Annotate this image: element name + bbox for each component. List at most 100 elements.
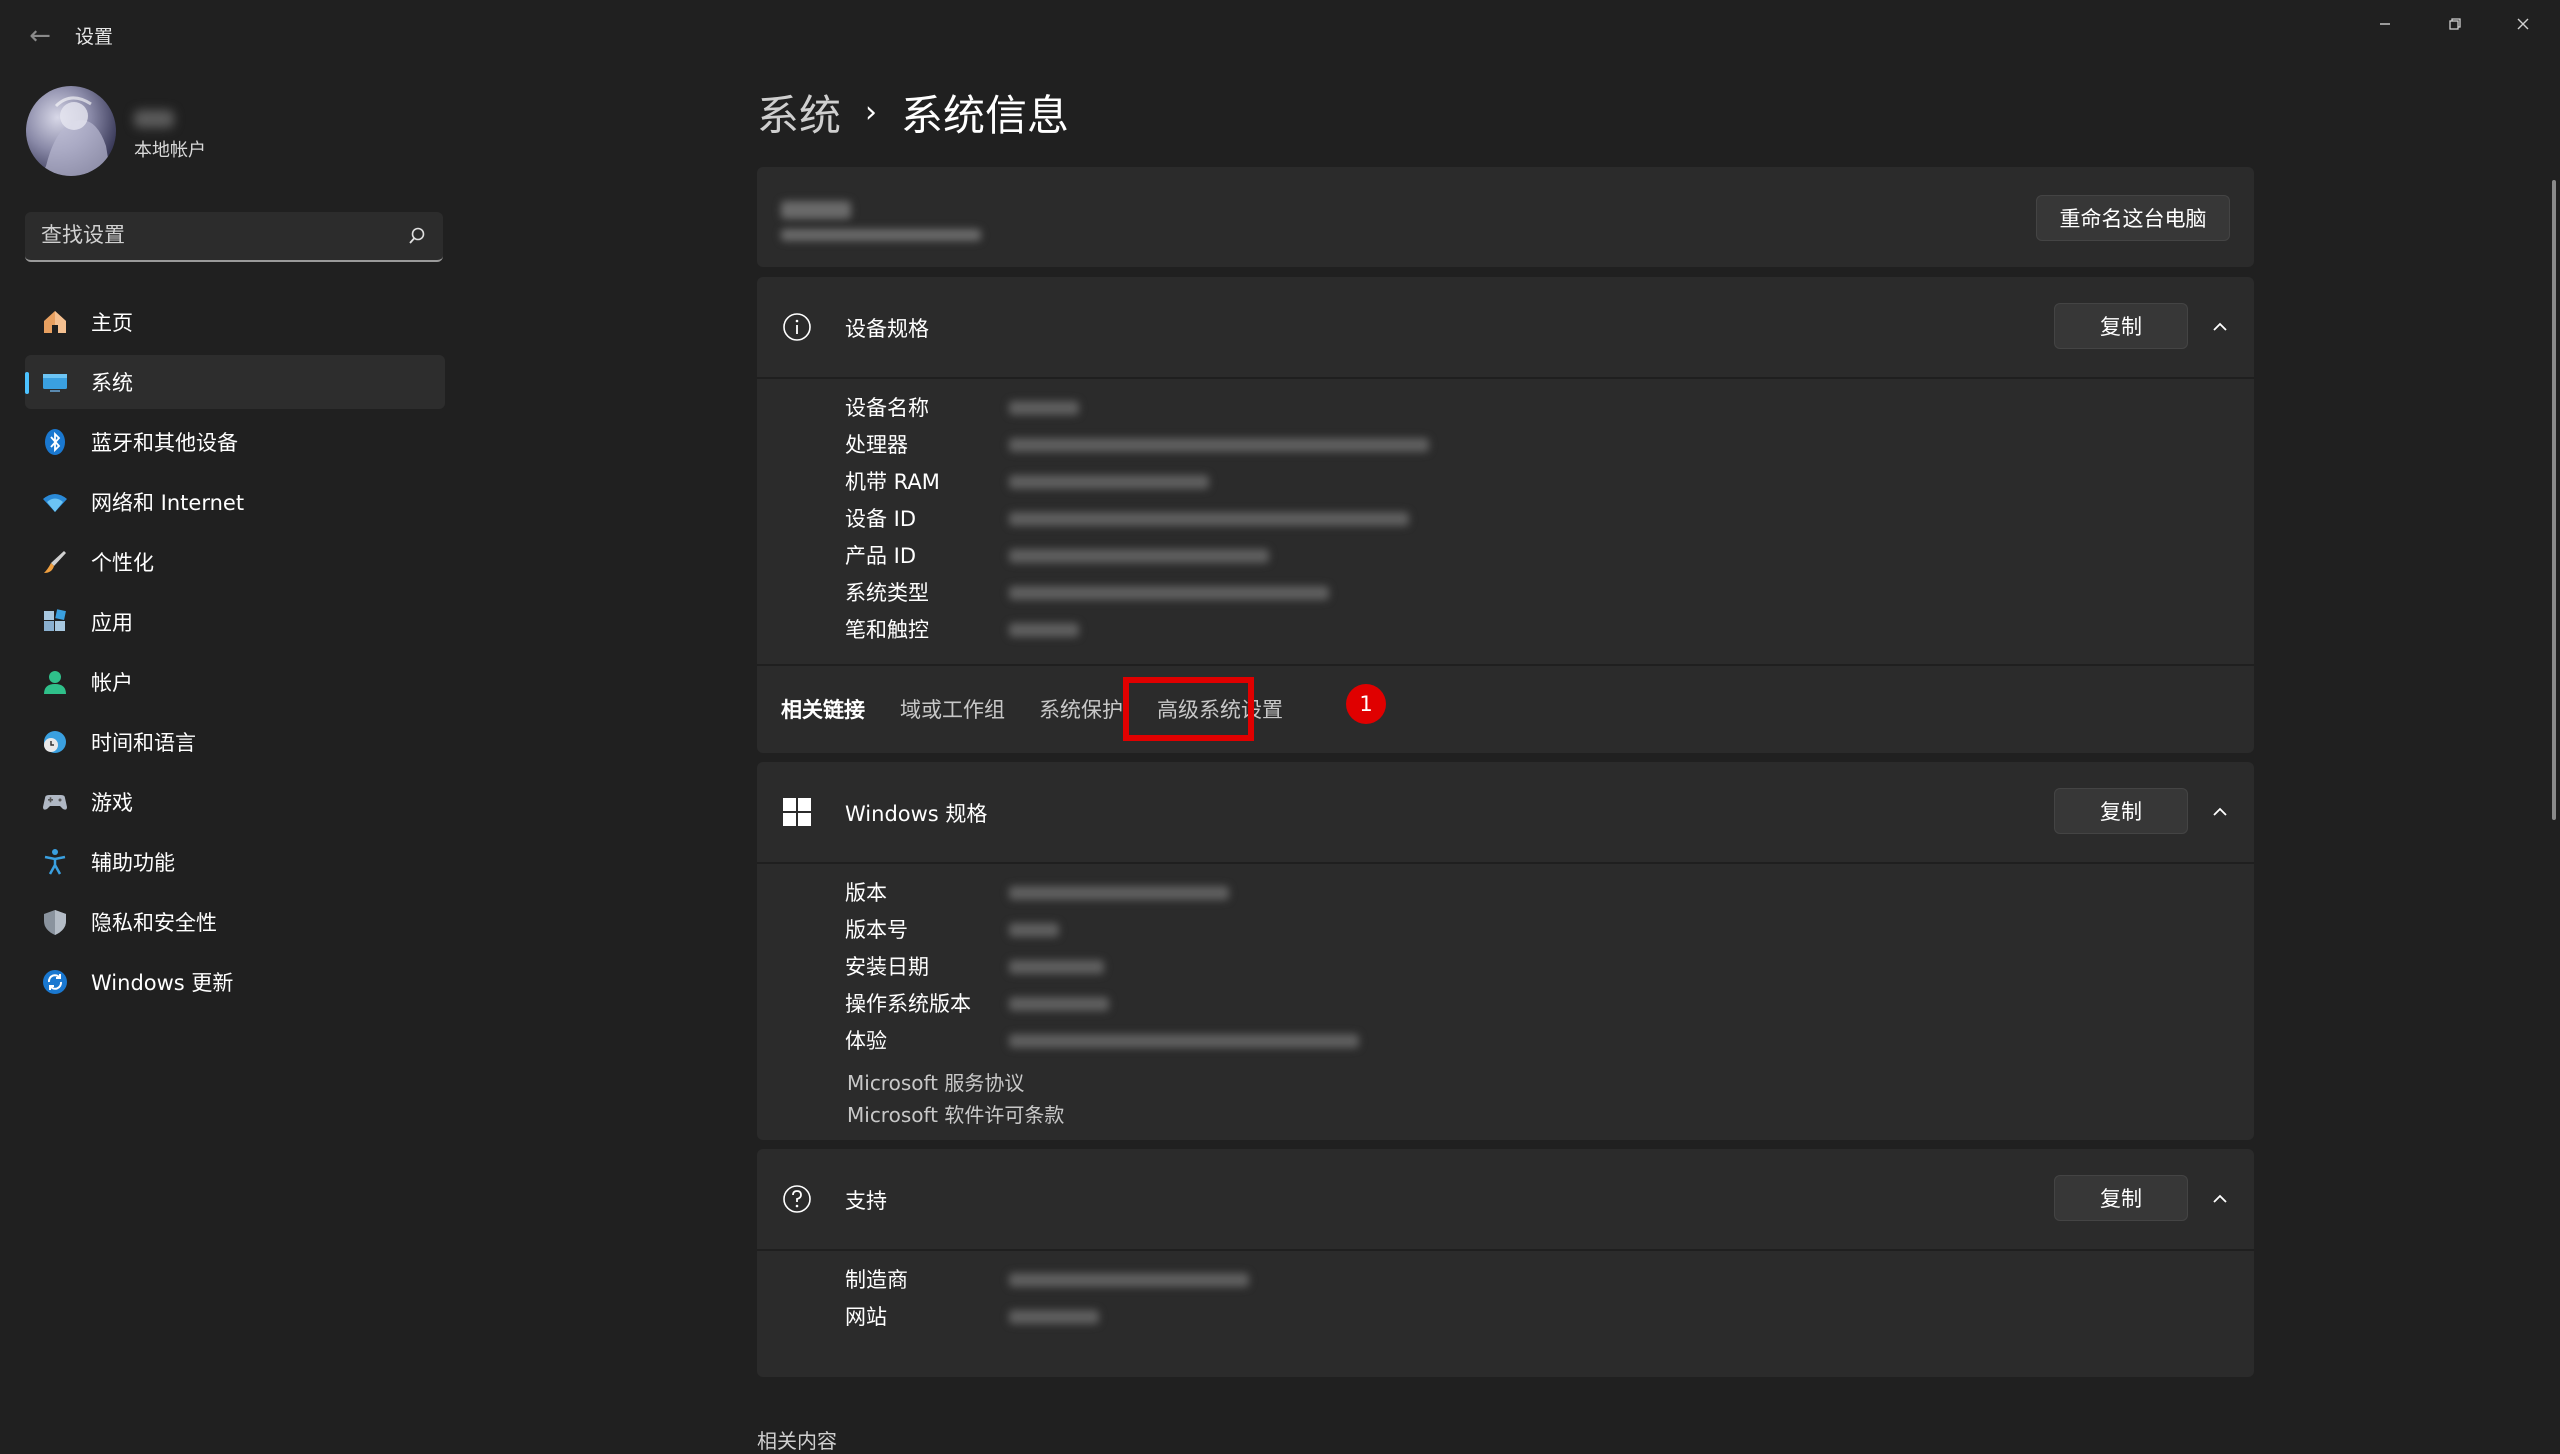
minimize-icon[interactable] [2360,8,2410,40]
gamepad-icon [39,786,71,818]
sidebar-item-apps[interactable]: 应用 [25,595,445,649]
spec-value-blurred [1009,401,1079,415]
search-icon[interactable] [407,226,427,246]
ms-license-terms-link[interactable]: Microsoft 软件许可条款 [847,1099,1064,1128]
divider [757,862,2254,864]
info-icon [783,313,811,341]
sidebar-item-personalization[interactable]: 个性化 [25,535,445,589]
spec-label-processor: 处理器 [845,433,908,457]
sidebar-item-network[interactable]: 网络和 Internet [25,475,445,529]
pc-model-blurred [781,229,981,241]
related-links-row: 相关链接 域或工作组 系统保护 高级系统设置 1 [757,666,2254,752]
spec-value-blurred [1009,960,1104,974]
search-input[interactable] [39,212,399,258]
help-icon [783,1185,811,1213]
divider [757,1249,2254,1251]
restore-icon[interactable] [2430,8,2480,40]
sidebar-item-home[interactable]: 主页 [25,295,445,349]
divider [757,377,2254,379]
copy-support-button[interactable]: 复制 [2054,1175,2188,1221]
sidebar-item-accessibility[interactable]: 辅助功能 [25,835,445,889]
device-specs-title: 设备规格 [845,317,929,341]
spec-label-ram: 机带 RAM [845,470,940,494]
bluetooth-icon [39,426,71,458]
spec-label-os-build: 操作系统版本 [845,992,971,1016]
spec-value-blurred [1009,1273,1249,1287]
spec-value-blurred [1009,475,1209,489]
sidebar-item-system[interactable]: 系统 [25,355,445,409]
update-icon [39,966,71,998]
spec-value-blurred [1009,1034,1359,1048]
spec-value-blurred [1009,623,1079,637]
windows-specs-title: Windows 规格 [845,802,988,826]
shield-icon [39,906,71,938]
spec-value-blurred [1009,1310,1099,1324]
windows-specs-card: Windows 规格 复制 版本 版本号 安装日期 操作系统版本 体验 Micr… [757,762,2254,1140]
spec-label-product-id: 产品 ID [845,544,917,568]
page-title: 系统信息 [901,90,1070,140]
breadcrumb-parent[interactable]: 系统 [757,82,841,143]
scrollbar[interactable] [2552,180,2556,820]
spec-label-pen-touch: 笔和触控 [845,618,929,642]
user-profile[interactable]: 本地帐户 [26,86,446,178]
device-specs-header[interactable]: 设备规格 复制 [757,277,2254,377]
sidebar-item-accounts[interactable]: 帐户 [25,655,445,709]
chevron-up-icon[interactable] [2208,800,2232,824]
close-icon[interactable] [2498,8,2548,40]
spec-label-edition: 版本 [845,881,887,905]
spec-label-device-name: 设备名称 [845,396,929,420]
chevron-up-icon[interactable] [2208,315,2232,339]
account-type: 本地帐户 [134,140,206,161]
chevron-up-icon[interactable] [2208,1187,2232,1211]
spec-label-experience: 体验 [845,1029,887,1053]
system-icon [39,366,71,398]
domain-workgroup-link[interactable]: 域或工作组 [900,694,1005,724]
sidebar-item-privacy[interactable]: 隐私和安全性 [25,895,445,949]
wifi-icon [39,486,71,518]
avatar[interactable] [26,86,116,176]
system-protection-link[interactable]: 系统保护 [1039,694,1123,724]
account-icon [39,666,71,698]
user-name-blurred [134,110,174,128]
spec-value-blurred [1009,512,1409,526]
spec-value-blurred [1009,586,1329,600]
apps-icon [39,606,71,638]
sidebar-nav: 主页 系统 蓝牙和其他设备 网络和 Internet 个性化 应用 帐户 时间和… [25,295,445,1015]
highlight-box [1123,677,1254,741]
spec-value-blurred [1009,923,1059,937]
spec-label-install-date: 安装日期 [845,955,929,979]
sidebar-item-gaming[interactable]: 游戏 [25,775,445,829]
pc-name-card: 重命名这台电脑 [757,167,2254,267]
breadcrumb: 系统 › 系统信息 [757,82,1069,142]
copy-device-specs-button[interactable]: 复制 [2054,303,2188,349]
device-specs-card: 设备规格 复制 设备名称 处理器 机带 RAM 设备 ID 产品 ID 系统类型… [757,277,2254,753]
pc-name-blurred [781,201,851,219]
related-links-label: 相关链接 [781,698,865,722]
accessibility-icon [39,846,71,878]
search-box[interactable] [25,212,443,262]
sidebar-item-bluetooth[interactable]: 蓝牙和其他设备 [25,415,445,469]
ms-services-agreement-link[interactable]: Microsoft 服务协议 [847,1067,1024,1096]
spec-value-blurred [1009,438,1429,452]
rename-pc-button[interactable]: 重命名这台电脑 [2036,195,2230,241]
title-bar: ← 设置 [0,0,2560,70]
windows-specs-header[interactable]: Windows 规格 复制 [757,762,2254,862]
spec-label-version: 版本号 [845,918,908,942]
sidebar-item-windows-update[interactable]: Windows 更新 [25,955,445,1009]
brush-icon [39,546,71,578]
support-header[interactable]: 支持 复制 [757,1149,2254,1249]
back-arrow-icon[interactable]: ← [20,18,60,54]
support-card: 支持 复制 制造商 网站 [757,1149,2254,1377]
globe-clock-icon [39,726,71,758]
spec-label-website: 网站 [845,1305,887,1329]
spec-label-manufacturer: 制造商 [845,1268,908,1292]
spec-value-blurred [1009,997,1109,1011]
spec-label-device-id: 设备 ID [845,507,917,531]
breadcrumb-separator-icon: › [865,94,878,130]
app-title: 设置 [75,26,114,48]
home-icon [39,306,71,338]
support-title: 支持 [845,1189,887,1213]
sidebar-item-time-language[interactable]: 时间和语言 [25,715,445,769]
spec-label-system-type: 系统类型 [845,581,929,605]
copy-windows-specs-button[interactable]: 复制 [2054,788,2188,834]
